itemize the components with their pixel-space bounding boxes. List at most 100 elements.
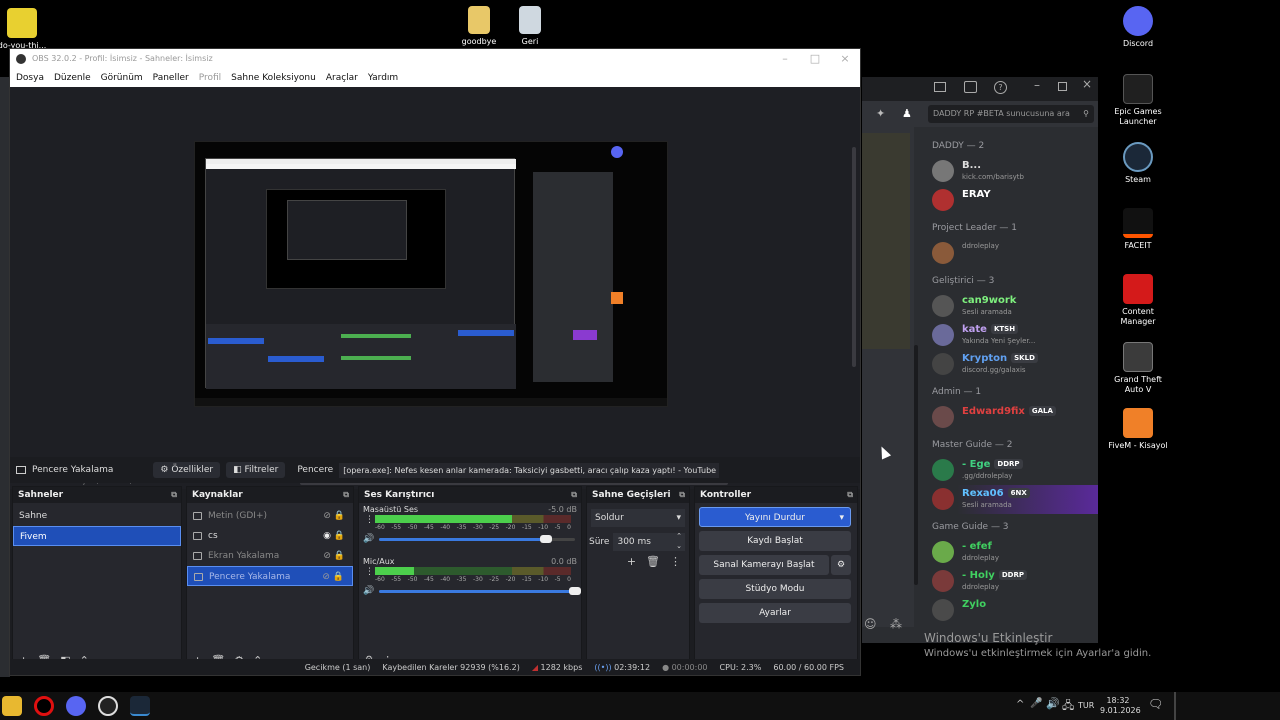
maximize-icon[interactable]	[1058, 82, 1067, 91]
file-explorer-icon[interactable]	[2, 696, 22, 716]
member-item[interactable]: can9work Sesli aramada	[922, 292, 1098, 321]
desktop-icon-steam[interactable]: Steam	[1106, 142, 1170, 185]
desktop-icon-recycle-bin[interactable]: Geri	[498, 6, 562, 47]
channel-menu-icon[interactable]: ⋮	[365, 567, 374, 577]
visibility-hidden-icon[interactable]: ⊘ 🔒	[323, 506, 345, 526]
menu-gorunum[interactable]: Görünüm	[101, 73, 143, 83]
member-item[interactable]: Zylo	[922, 596, 1098, 625]
volume-slider-handle[interactable]	[569, 587, 581, 595]
properties-button[interactable]: ⚙ Özellikler	[153, 462, 221, 478]
visibility-hidden-icon[interactable]: ⊘ 🔒	[322, 567, 344, 587]
discord-icon[interactable]	[66, 696, 86, 716]
member-item[interactable]: B... kick.com/barisytb	[922, 157, 1098, 186]
menu-araclar[interactable]: Araçlar	[326, 73, 358, 83]
preview-canvas[interactable]	[194, 141, 668, 407]
emoji-icon[interactable]: ☺	[864, 617, 877, 631]
opera-icon[interactable]	[34, 696, 54, 716]
volume-slider-handle[interactable]	[539, 535, 552, 543]
member-list-scrollbar[interactable]	[914, 345, 918, 585]
microphone-icon[interactable]: 🎤	[1030, 698, 1042, 709]
inbox-icon[interactable]	[934, 82, 946, 92]
desktop-icon-image[interactable]: do-you-thi...	[0, 8, 54, 51]
stepper-icon[interactable]: ⌃ ⌄	[676, 531, 682, 551]
stop-streaming-button[interactable]: Yayını Durdur ▾	[699, 507, 851, 527]
filters-button[interactable]: ◧ Filtreler	[226, 462, 286, 478]
close-icon[interactable]: ×	[1082, 77, 1092, 91]
menu-sahne-koleksiyonu[interactable]: Sahne Koleksiyonu	[231, 73, 316, 83]
transition-select[interactable]: Soldur ▾	[591, 509, 685, 527]
menu-dots-icon[interactable]: ⋮	[670, 555, 681, 568]
notification-icon[interactable]: 🗨	[1148, 697, 1163, 711]
visibility-hidden-icon[interactable]: ⊘ 🔒	[323, 546, 345, 566]
undock-icon[interactable]: ⧉	[679, 487, 685, 503]
desktop-icon-content-manager[interactable]: Content Manager	[1106, 274, 1170, 327]
volume-slider[interactable]	[379, 535, 575, 543]
obs-icon[interactable]	[98, 696, 118, 716]
desktop-icon-epic-games[interactable]: Epic Games Launcher	[1106, 74, 1170, 127]
clock[interactable]: 18:32 9.01.2026	[1100, 696, 1141, 716]
member-item[interactable]: - efef ddroleplay	[922, 538, 1098, 567]
preview-vertical-scrollbar[interactable]	[852, 147, 856, 367]
scene-item[interactable]: Fivem	[13, 526, 181, 546]
member-item[interactable]: kate KTSH Yakında Yeni Şeyler...	[922, 321, 1098, 350]
language-indicator[interactable]: TUR	[1078, 701, 1094, 710]
member-item[interactable]: ddroleplay	[922, 239, 1098, 268]
search-input[interactable]: DADDY RP #BETA sunucusuna ara ⚲	[928, 105, 1094, 123]
minimize-button[interactable]: –	[770, 49, 800, 69]
settings-button[interactable]: Ayarlar	[699, 603, 851, 623]
network-icon[interactable]: 🖧	[1062, 697, 1074, 716]
menu-duzenle[interactable]: Düzenle	[54, 73, 91, 83]
volume-slider[interactable]	[379, 587, 581, 595]
steam-icon[interactable]	[130, 696, 150, 716]
grid-icon[interactable]: ⁂	[890, 617, 902, 631]
minimize-icon[interactable]: –	[1034, 78, 1040, 92]
source-item[interactable]: Ekran Yakalama ⊘ 🔒	[187, 546, 353, 566]
members-icon[interactable]: ♟	[902, 107, 912, 120]
undock-icon[interactable]: ⧉	[171, 487, 177, 503]
speaker-icon[interactable]: 🔊	[363, 586, 374, 596]
menu-profil[interactable]: Profil	[199, 73, 221, 83]
close-button[interactable]: ×	[830, 49, 860, 69]
studio-mode-button[interactable]: Stüdyo Modu	[699, 579, 851, 599]
desktop-icon-fivem[interactable]: FiveM - Kisayol	[1106, 408, 1170, 451]
maximize-button[interactable]: □	[800, 49, 830, 69]
chevron-down-icon[interactable]: ▾	[839, 508, 844, 528]
desktop-icon-discord[interactable]: Discord	[1106, 6, 1170, 49]
add-icon[interactable]: +	[627, 555, 636, 568]
trash-icon[interactable]: 🗑	[646, 555, 660, 568]
record-time-value: 00:00:00	[671, 662, 708, 672]
window-select[interactable]: [opera.exe]: Nefes kesen anlar kamerada:…	[339, 462, 720, 478]
start-recording-button[interactable]: Kaydı Başlat	[699, 531, 851, 551]
preview-area[interactable]: – 55% + Ölçek (713x401) ▾	[10, 87, 860, 489]
source-item[interactable]: Metin (GDI+) ⊘ 🔒	[187, 506, 353, 526]
member-item[interactable]: - Ege DDRP .gg/ddroleplay	[922, 456, 1098, 485]
visibility-icon[interactable]: ◉ 🔒	[323, 526, 345, 546]
menu-paneller[interactable]: Paneller	[153, 73, 189, 83]
member-item[interactable]: Rexa06 6NX Sesli aramada	[922, 485, 1098, 514]
tray-chevron-icon[interactable]: ^	[1016, 699, 1024, 710]
member-item[interactable]: Krypton SKLD discord.gg/galaxis	[922, 350, 1098, 379]
source-item[interactable]: Pencere Yakalama ⊘ 🔒	[187, 566, 353, 586]
menu-yardim[interactable]: Yardım	[368, 73, 398, 83]
volume-icon[interactable]: 🔊	[1046, 697, 1060, 710]
member-item[interactable]: - Holy DDRP ddroleplay	[922, 567, 1098, 596]
desktop-icon-faceit[interactable]: FACEIT	[1106, 208, 1170, 251]
member-item[interactable]: ERAY	[922, 186, 1098, 215]
show-desktop-button[interactable]	[1174, 692, 1176, 720]
undock-icon[interactable]: ⧉	[343, 487, 349, 503]
menu-dosya[interactable]: Dosya	[16, 73, 44, 83]
source-item[interactable]: cs ◉ 🔒	[187, 526, 353, 546]
help-icon[interactable]: ?	[994, 81, 1007, 94]
undock-icon[interactable]: ⧉	[847, 487, 853, 503]
scene-item[interactable]: Sahne	[13, 506, 181, 526]
speaker-icon[interactable]: 🔊	[363, 534, 374, 544]
desktop-icon-gta[interactable]: Grand Theft Auto V	[1106, 342, 1170, 395]
channel-menu-icon[interactable]: ⋮	[365, 515, 374, 525]
duration-input[interactable]: 300 ms ⌃ ⌄	[613, 531, 685, 551]
pin-icon[interactable]: ✦	[876, 107, 885, 120]
start-virtual-camera-button[interactable]: Sanal Kamerayı Başlat	[699, 555, 829, 575]
member-item[interactable]: Edward9fix GALA	[922, 403, 1098, 432]
virtual-camera-settings-button[interactable]: ⚙	[831, 555, 851, 575]
undock-icon[interactable]: ⧉	[571, 487, 577, 503]
inbox-tray-icon[interactable]	[964, 81, 977, 93]
